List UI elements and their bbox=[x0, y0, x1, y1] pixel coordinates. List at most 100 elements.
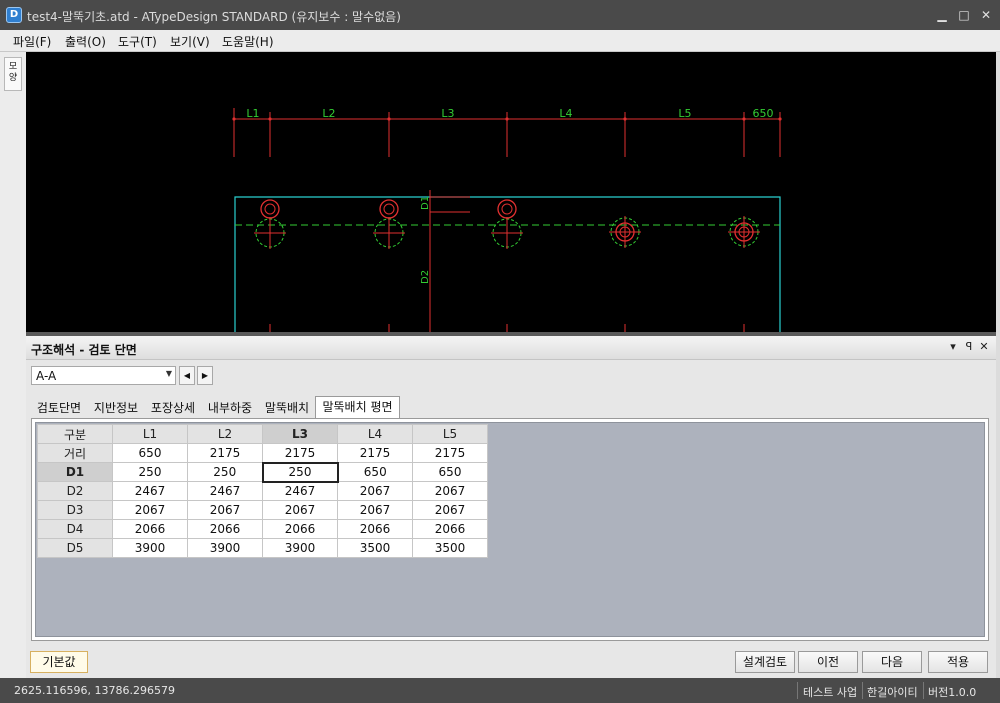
table-cell[interactable]: 2467 bbox=[112, 481, 188, 501]
table-cell[interactable]: 3900 bbox=[262, 538, 338, 558]
table-cell[interactable]: 2066 bbox=[337, 519, 413, 539]
column-header[interactable]: L2 bbox=[187, 424, 263, 444]
chevron-down-icon[interactable]: ▼ bbox=[166, 369, 172, 378]
table-cell[interactable]: 2067 bbox=[262, 500, 338, 520]
table-row: D2 2467 2467 2467 2067 2067 bbox=[37, 481, 488, 501]
next-button[interactable]: 다음 bbox=[862, 651, 922, 673]
dim-label-l1: L1 bbox=[246, 107, 259, 120]
design-review-button[interactable]: 설계검토 bbox=[735, 651, 795, 673]
triangle-left-icon: ◀ bbox=[183, 371, 191, 380]
table-cell[interactable]: 2067 bbox=[112, 500, 188, 520]
row-header[interactable]: D4 bbox=[37, 519, 113, 539]
table-cell[interactable]: 2467 bbox=[262, 481, 338, 501]
table-header-row: 구분 L1 L2 L3 L4 L5 bbox=[37, 424, 488, 444]
pile-plan-table: 구분 L1 L2 L3 L4 L5 거리 650 2175 2175 2175 2175 D1 250 25… bbox=[37, 424, 488, 558]
menu-file[interactable]: 파일(F) bbox=[13, 33, 51, 50]
apply-button[interactable]: 적용 bbox=[928, 651, 988, 673]
status-separator bbox=[862, 682, 863, 699]
menu-tools[interactable]: 도구(T) bbox=[118, 33, 157, 50]
cursor-coordinates: 2625.116596, 13786.296579 bbox=[14, 684, 175, 697]
table-cell[interactable]: 2067 bbox=[337, 481, 413, 501]
panel-header: 구조해석 - 검토 단면 ▾ ꟼ ✕ bbox=[26, 336, 996, 360]
tab-ground-info[interactable]: 지반정보 bbox=[88, 398, 144, 418]
dim-label-d2: D2 bbox=[420, 270, 431, 284]
prev-section-button[interactable]: ◀ bbox=[179, 366, 195, 385]
table-cell[interactable]: 650 bbox=[112, 443, 188, 463]
row-header[interactable]: 거리 bbox=[37, 443, 113, 463]
column-header[interactable]: L1 bbox=[112, 424, 188, 444]
menu-help[interactable]: 도움말(H) bbox=[222, 33, 274, 50]
tab-internal-load[interactable]: 내부하중 bbox=[202, 398, 258, 418]
table-cell[interactable]: 2175 bbox=[337, 443, 413, 463]
table-cell[interactable]: 250 bbox=[261, 461, 339, 483]
menu-output[interactable]: 출력(O) bbox=[65, 33, 106, 50]
table-cell[interactable]: 3500 bbox=[412, 538, 488, 558]
column-header[interactable]: L5 bbox=[412, 424, 488, 444]
menu-view[interactable]: 보기(V) bbox=[170, 33, 210, 50]
minimize-icon[interactable]: ▁ bbox=[934, 7, 950, 23]
row-header[interactable]: D5 bbox=[37, 538, 113, 558]
right-strip bbox=[996, 52, 1000, 678]
table-cell[interactable]: 3900 bbox=[187, 538, 263, 558]
panel-close-icon[interactable]: ✕ bbox=[977, 339, 991, 355]
panel-menu-icon[interactable]: ▾ bbox=[946, 339, 960, 355]
menu-bar: 파일(F) 출력(O) 도구(T) 보기(V) 도움말(H) bbox=[0, 30, 1000, 52]
triangle-right-icon: ▶ bbox=[201, 371, 209, 380]
table-cell[interactable]: 2067 bbox=[337, 500, 413, 520]
tab-pile-layout[interactable]: 말뚝배치 bbox=[259, 398, 315, 418]
pile-marker bbox=[728, 216, 760, 248]
table-cell[interactable]: 2067 bbox=[187, 500, 263, 520]
column-header[interactable]: L4 bbox=[337, 424, 413, 444]
table-cell[interactable]: 2066 bbox=[412, 519, 488, 539]
maximize-icon[interactable]: □ bbox=[956, 7, 972, 23]
app-logo-icon[interactable]: D bbox=[6, 7, 22, 23]
table-row: D4 2066 2066 2066 2066 2066 bbox=[37, 519, 488, 539]
close-icon[interactable]: ✕ bbox=[978, 7, 994, 23]
dimension-ticks bbox=[232, 108, 782, 157]
row-header[interactable]: D1 bbox=[37, 462, 113, 482]
section-dropdown[interactable]: A-A ▼ bbox=[31, 366, 176, 385]
default-values-button[interactable]: 기본값 bbox=[30, 651, 88, 673]
table-cell[interactable]: 250 bbox=[112, 462, 188, 482]
table-cell[interactable]: 650 bbox=[412, 462, 488, 482]
status-company: 테스트 사업 bbox=[803, 686, 858, 699]
table-cell[interactable]: 2175 bbox=[187, 443, 263, 463]
dim-label-l3: L3 bbox=[441, 107, 454, 120]
table-row: D3 2067 2067 2067 2067 2067 bbox=[37, 500, 488, 520]
table-cell[interactable]: 2066 bbox=[112, 519, 188, 539]
dim-label-l4: L4 bbox=[559, 107, 572, 120]
table-cell[interactable]: 3900 bbox=[112, 538, 188, 558]
drawing-svg: L1 L2 L3 L4 L5 650 D1 D2 bbox=[232, 107, 782, 332]
table-row: D1 250 250 250 650 650 bbox=[37, 461, 488, 483]
row-header[interactable]: D2 bbox=[37, 481, 113, 501]
table-cell[interactable]: 2175 bbox=[262, 443, 338, 463]
side-tab-shape[interactable]: 모양 bbox=[4, 57, 22, 91]
column-header-category[interactable]: 구분 bbox=[37, 424, 113, 444]
tab-pile-layout-plan[interactable]: 말뚝배치 평면 bbox=[315, 396, 400, 418]
tab-review-section[interactable]: 검토단면 bbox=[31, 398, 87, 418]
next-section-button[interactable]: ▶ bbox=[197, 366, 213, 385]
status-vendor: 한길아이티 bbox=[867, 686, 918, 699]
table-cell[interactable]: 2066 bbox=[262, 519, 338, 539]
previous-button[interactable]: 이전 bbox=[798, 651, 858, 673]
window-title: test4-말뚝기초.atd - ATypeDesign STANDARD (유… bbox=[27, 10, 401, 24]
tab-content: 구분 L1 L2 L3 L4 L5 거리 650 2175 2175 2175 2175 D1 250 25… bbox=[31, 418, 989, 641]
table-cell[interactable]: 2175 bbox=[412, 443, 488, 463]
pile-marker bbox=[609, 216, 641, 248]
table-cell[interactable]: 3500 bbox=[337, 538, 413, 558]
row-header[interactable]: D3 bbox=[37, 500, 113, 520]
drawing-canvas[interactable]: L1 L2 L3 L4 L5 650 D1 D2 bbox=[26, 52, 996, 332]
panel-title: 구조해석 - 검토 단면 bbox=[31, 343, 137, 357]
table-row: D5 3900 3900 3900 3500 3500 bbox=[37, 538, 488, 558]
table-cell[interactable]: 2066 bbox=[187, 519, 263, 539]
table-cell[interactable]: 250 bbox=[187, 462, 263, 482]
table-cell[interactable]: 650 bbox=[337, 462, 413, 482]
table-cell[interactable]: 2467 bbox=[187, 481, 263, 501]
column-header[interactable]: L3 bbox=[262, 424, 338, 444]
status-version: 버전1.0.0 bbox=[928, 686, 977, 699]
dim-label-l2: L2 bbox=[322, 107, 335, 120]
table-cell[interactable]: 2067 bbox=[412, 481, 488, 501]
tab-pavement-detail[interactable]: 포장상세 bbox=[145, 398, 201, 418]
pin-icon[interactable]: ꟼ bbox=[962, 339, 976, 355]
table-cell[interactable]: 2067 bbox=[412, 500, 488, 520]
